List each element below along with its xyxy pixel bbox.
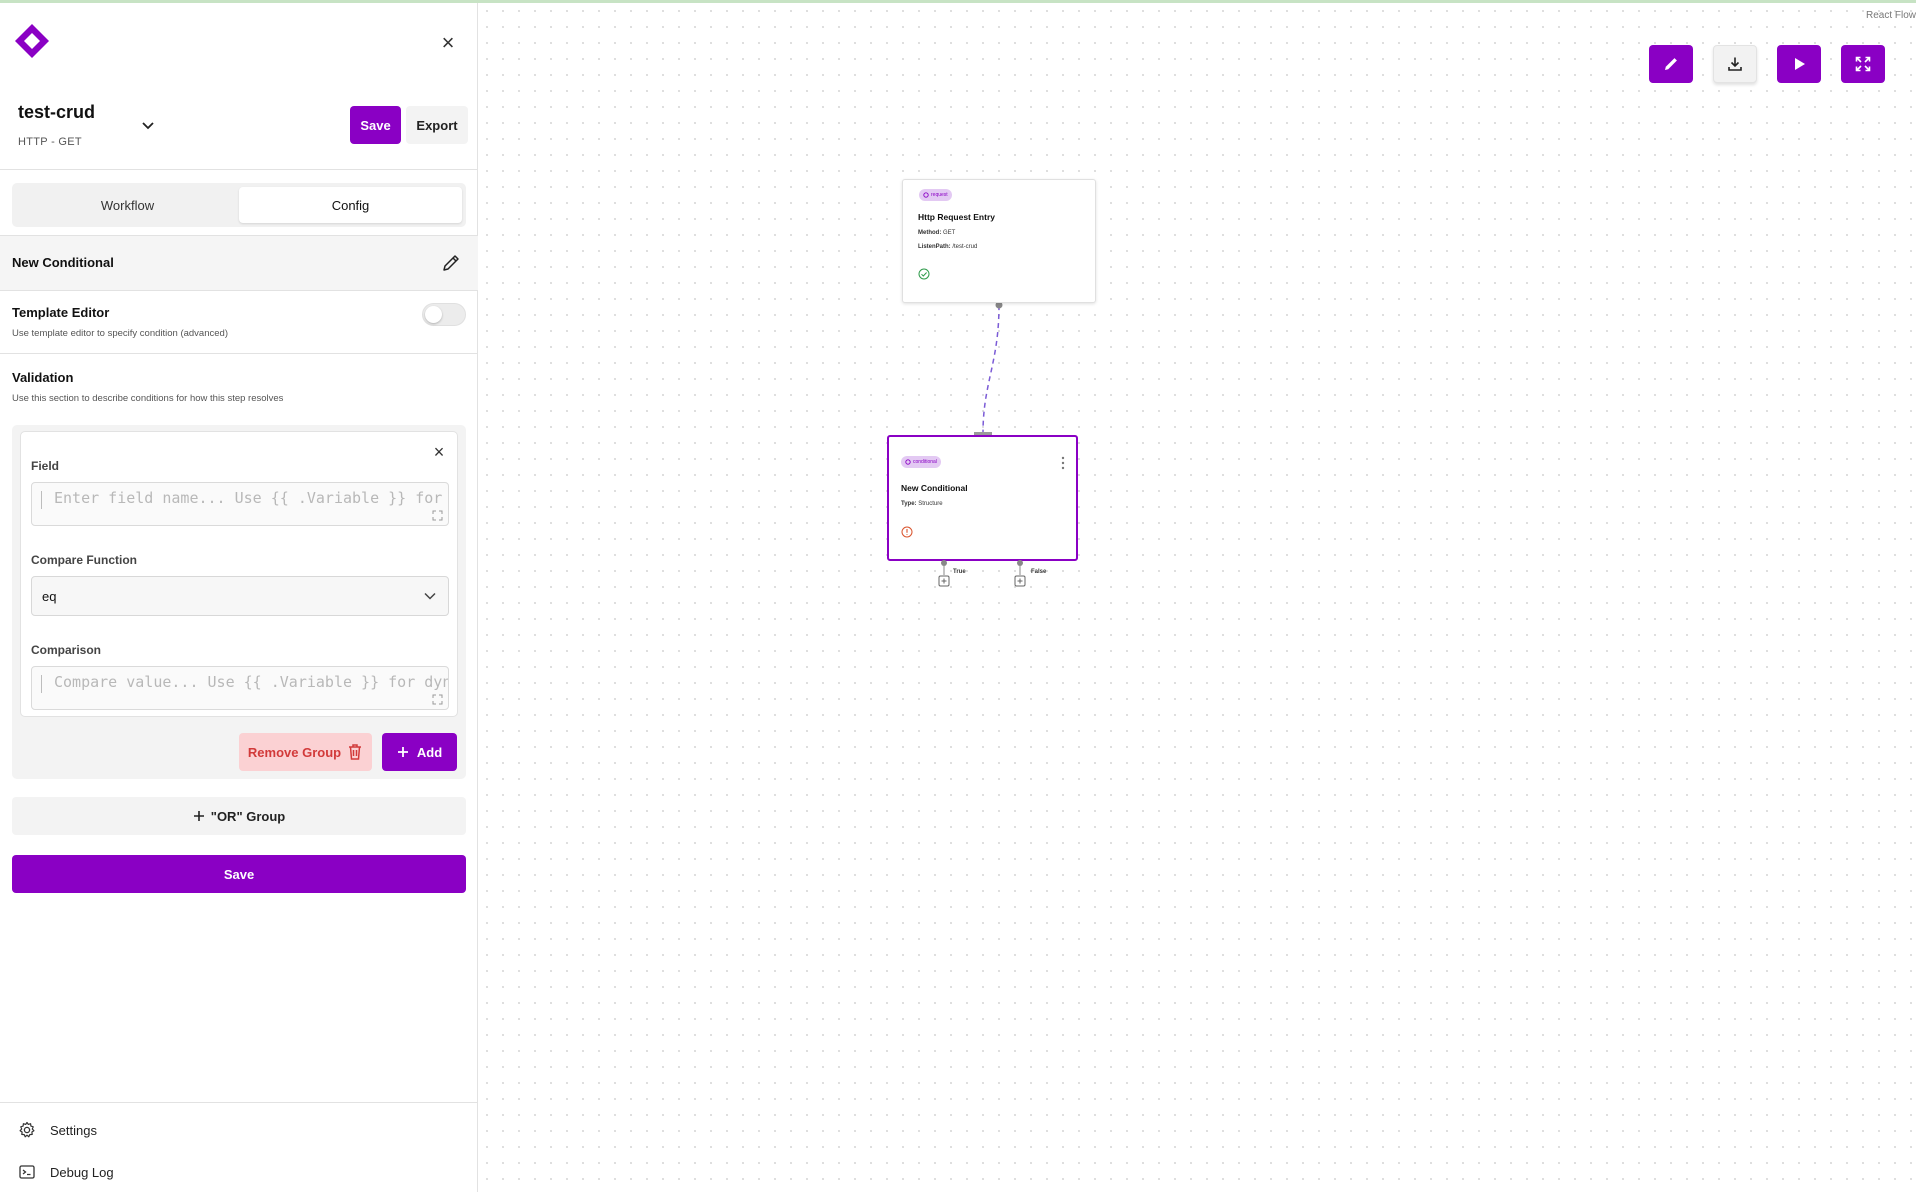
chevron-down-icon[interactable] — [138, 116, 158, 136]
tab-bar: Workflow Config — [12, 183, 466, 227]
close-icon[interactable]: × — [431, 443, 447, 461]
compare-function-label: Compare Function — [31, 553, 138, 567]
save-step-button[interactable]: Save — [12, 855, 466, 893]
template-editor-toggle[interactable] — [422, 303, 466, 326]
true-handle[interactable] — [941, 560, 947, 566]
compare-function-value: eq — [42, 588, 57, 604]
divider — [0, 353, 478, 354]
step-name-row: New Conditional — [0, 236, 478, 290]
step-name: New Conditional — [12, 255, 114, 270]
nav-item-debug-log[interactable]: Debug Log — [18, 1160, 114, 1184]
condition-card: × Field Enter field name... Use {{ .Vari… — [20, 431, 458, 717]
add-or-group-button[interactable]: "OR" Group — [12, 797, 466, 835]
validation-title: Validation — [12, 370, 74, 385]
nav-item-settings[interactable]: Settings — [18, 1118, 97, 1142]
project-subtitle: HTTP - GET — [18, 136, 82, 148]
condition-group: × Field Enter field name... Use {{ .Vari… — [12, 425, 466, 779]
comparison-placeholder: Compare value... Use {{ .Variable }} for… — [54, 673, 449, 691]
logo-icon — [15, 24, 49, 58]
field-input[interactable]: Enter field name... Use {{ .Variable }} … — [31, 482, 449, 526]
comparison-input[interactable]: Compare value... Use {{ .Variable }} for… — [31, 666, 449, 710]
output-handles-layer — [938, 560, 1026, 587]
divider — [0, 290, 478, 291]
remove-group-label: Remove Group — [247, 744, 342, 760]
field-placeholder: Enter field name... Use {{ .Variable }} … — [54, 489, 448, 507]
close-sidebar-icon[interactable]: × — [436, 31, 460, 55]
pencil-icon[interactable] — [440, 252, 462, 274]
nav-item-label: Settings — [50, 1122, 97, 1138]
template-editor-title: Template Editor — [12, 305, 110, 320]
text-caret — [41, 491, 42, 509]
validation-desc: Use this section to describe conditions … — [12, 393, 284, 404]
tab-workflow[interactable]: Workflow — [16, 187, 239, 223]
chevron-down-icon — [424, 592, 436, 600]
export-button[interactable]: Export — [406, 106, 468, 144]
expand-icon[interactable] — [432, 694, 443, 705]
gear-icon — [19, 1121, 35, 1138]
false-handle[interactable] — [1017, 560, 1023, 566]
project-name: test-crud — [18, 102, 96, 122]
flow-canvas[interactable]: React Flow request Http Request Entry Me… — [479, 3, 1916, 1192]
plus-icon — [397, 747, 408, 757]
expand-icon[interactable] — [432, 510, 443, 521]
divider — [0, 169, 478, 170]
nav-item-label: Debug Log — [50, 1164, 114, 1180]
add-label: Add — [416, 744, 443, 760]
sidebar: × test-crud HTTP - GET Save Export Workf… — [0, 3, 478, 1192]
divider — [0, 1102, 478, 1103]
template-editor-desc: Use template editor to specify condition… — [12, 328, 228, 339]
remove-group-button[interactable]: Remove Group — [239, 733, 372, 771]
or-group-label: "OR" Group — [210, 808, 286, 824]
add-condition-button[interactable]: Add — [382, 733, 457, 771]
tab-config[interactable]: Config — [239, 187, 462, 223]
false-handle-label: False — [1031, 569, 1047, 575]
plus-icon — [193, 811, 204, 821]
comparison-label: Comparison — [31, 643, 102, 657]
compare-function-select[interactable]: eq — [31, 576, 449, 616]
toggle-knob — [425, 306, 442, 323]
save-button[interactable]: Save — [350, 106, 401, 144]
terminal-icon — [19, 1165, 35, 1179]
trash-icon — [349, 744, 362, 760]
true-handle-label: True — [953, 569, 966, 575]
field-label: Field — [31, 459, 60, 473]
text-caret — [41, 675, 42, 693]
